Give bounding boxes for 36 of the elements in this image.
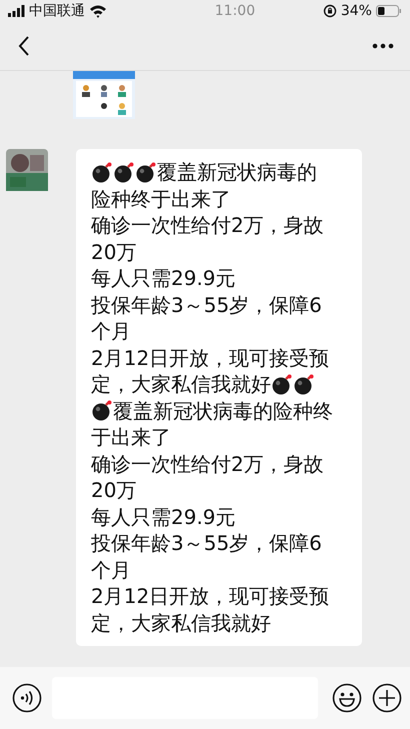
voice-icon[interactable] — [12, 683, 42, 713]
message-text: 确诊一次性给付2万，身故 — [91, 212, 324, 238]
message-text: 每人只需29.9元 — [91, 504, 236, 530]
bomb-icon — [271, 374, 292, 395]
clock-time: 11:00 — [214, 3, 256, 19]
rotation-lock-icon — [322, 4, 337, 18]
wifi-icon — [89, 4, 107, 18]
message-text: 每人只需29.9元 — [91, 265, 236, 292]
more-icon[interactable] — [372, 43, 394, 49]
battery-icon — [376, 5, 402, 17]
message-text: 于出来了 — [91, 424, 171, 450]
bomb-icon — [135, 162, 156, 183]
message-text: 险种终于出来了 — [91, 186, 231, 212]
carrier-name: 中国联通 — [29, 2, 85, 20]
bomb-icon — [113, 162, 134, 183]
back-icon[interactable] — [18, 36, 30, 56]
battery-percent: 34% — [340, 3, 372, 19]
message-text: 20万 — [91, 477, 136, 504]
message-text: 投保年龄3～55岁，保障6 — [91, 292, 322, 318]
message-text: 覆盖新冠状病毒的险种终 — [113, 398, 333, 424]
signal-icon — [8, 5, 25, 17]
message-text: 20万 — [91, 238, 136, 265]
message-text: 覆盖新冠状病毒的 — [157, 159, 317, 186]
message-text: 2月12日开放，现可接受预 — [91, 344, 330, 371]
message-text: 个月 — [91, 556, 131, 583]
bomb-icon — [91, 162, 112, 183]
message-text: 投保年龄3～55岁，保障6 — [91, 530, 322, 556]
emoji-icon[interactable] — [332, 683, 362, 713]
message-text: 定，大家私信我就好 — [91, 371, 271, 398]
message-text: 确诊一次性给付2万，身故 — [91, 450, 324, 477]
message-text: 2月12日开放，现可接受预 — [91, 583, 330, 610]
message-text: 个月 — [91, 318, 131, 344]
bomb-icon — [293, 374, 314, 395]
message-text: 定，大家私信我就好 — [91, 610, 271, 636]
bomb-icon — [91, 400, 112, 422]
plus-icon[interactable] — [372, 683, 402, 713]
